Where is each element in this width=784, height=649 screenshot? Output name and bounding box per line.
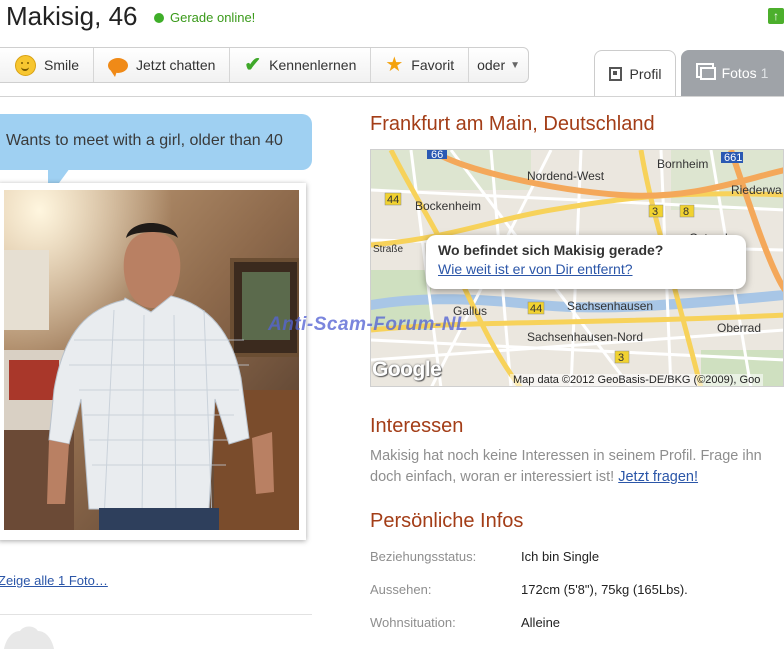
star-icon: ★ — [385, 54, 404, 76]
checkmark-icon: ✔ — [244, 54, 262, 76]
tab-photos-label: Fotos — [721, 65, 757, 81]
map-label-route-3b: 3 — [618, 352, 624, 364]
more-label: oder — [477, 57, 506, 73]
tab-profile-label: Profil — [629, 66, 662, 82]
ask-now-link[interactable]: Jetzt fragen! — [618, 469, 698, 485]
location-title: Frankfurt am Main, Deutschland — [370, 113, 655, 135]
living-situation-value: Alleine — [521, 615, 561, 630]
photos-icon — [699, 66, 716, 80]
map-label-nordend: Nordend-West — [527, 169, 605, 183]
relationship-status-label: Beziehungsstatus: — [370, 549, 477, 564]
profile-name-age: Makisig, 46 — [6, 1, 138, 31]
footer-decoration-icon — [4, 626, 54, 649]
personal-info-title: Persönliche Infos — [370, 510, 524, 532]
online-dot-icon — [154, 13, 164, 23]
appearance-label: Aussehen: — [370, 582, 432, 597]
meet-label: Kennenlernen — [269, 57, 357, 73]
map-label-route-66: 66 — [431, 150, 443, 161]
map-logo: Google — [372, 358, 442, 381]
chat-button[interactable]: Jetzt chatten — [94, 48, 231, 82]
tab-photos-count: 1 — [760, 65, 769, 81]
smiley-icon — [15, 54, 36, 76]
map-label-route-661: 661 — [724, 152, 742, 164]
map-label-bornheim: Bornheim — [657, 157, 708, 171]
map-label-route-8: 8 — [683, 206, 689, 218]
meet-button[interactable]: ✔ Kennenlernen — [230, 48, 372, 82]
map-label-sachsenhausen: Sachsenhausen — [567, 299, 653, 313]
chat-label: Jetzt chatten — [136, 57, 216, 73]
status-quote: Wants to meet with a girl, older than 40 — [0, 114, 312, 170]
caret-down-icon: ▼ — [510, 59, 521, 71]
online-status: Gerade online! — [154, 10, 255, 25]
map-label-riederwald: Riederwa — [731, 183, 782, 197]
map-question: Wo befindet sich Makisig gerade? — [438, 242, 664, 258]
tab-divider — [0, 96, 784, 97]
tab-profile[interactable]: Profil — [594, 50, 676, 97]
map-label-route-44b: 44 — [530, 303, 542, 315]
favorite-label: Favorit — [411, 57, 455, 73]
map-label-strasse: Straße — [373, 244, 403, 255]
map-label-route-3a: 3 — [652, 206, 658, 218]
profile-photo[interactable] — [4, 190, 299, 530]
action-bar: Smile Jetzt chatten ✔ Kennenlernen ★ Fav… — [0, 47, 530, 83]
living-situation-label: Wohnsituation: — [370, 615, 456, 630]
more-dropdown[interactable]: oder ▼ — [469, 48, 528, 82]
favorite-button[interactable]: ★ Favorit — [371, 48, 470, 82]
relationship-status-value: Ich bin Single — [521, 549, 600, 564]
map-label-bockenheim: Bockenheim — [415, 199, 481, 213]
interests-body: Makisig hat noch keine Interessen in sei… — [370, 448, 762, 485]
left-divider — [0, 614, 312, 615]
online-status-label: Gerade online! — [170, 10, 256, 25]
distance-link[interactable]: Wie weit ist er von Dir entfernt? — [438, 261, 746, 277]
watermark-text: Anti-Scam-Forum-NL — [268, 314, 469, 335]
tab-photos[interactable]: Fotos 1 — [681, 50, 784, 96]
map-label-route-44a: 44 — [387, 194, 399, 206]
map-info-popup: Wo befindet sich Makisig gerade? Wie wei… — [426, 235, 746, 289]
profile-card-icon — [608, 67, 622, 81]
smile-label: Smile — [44, 57, 80, 73]
show-all-photos-link[interactable]: Zeige alle 1 Foto… — [0, 573, 108, 588]
smile-button[interactable]: Smile — [0, 48, 95, 82]
profile-photo-illustration — [4, 190, 299, 530]
interests-title: Interessen — [370, 415, 464, 437]
map-label-oberrad: Oberrad — [717, 321, 761, 335]
interests-text: Makisig hat noch keine Interessen in sei… — [370, 446, 780, 488]
arrow-up-icon[interactable]: ↑ — [768, 8, 784, 24]
map-label-sachsenhausen-nord: Sachsenhausen-Nord — [527, 330, 643, 344]
chat-bubble-icon — [108, 57, 129, 77]
status-quote-text: Wants to meet with a girl, older than 40 — [6, 132, 283, 149]
map-attribution: Map data ©2012 GeoBasis-DE/BKG (©2009), … — [510, 374, 764, 386]
appearance-value: 172cm (5'8"), 75kg (165Lbs). — [521, 582, 688, 597]
